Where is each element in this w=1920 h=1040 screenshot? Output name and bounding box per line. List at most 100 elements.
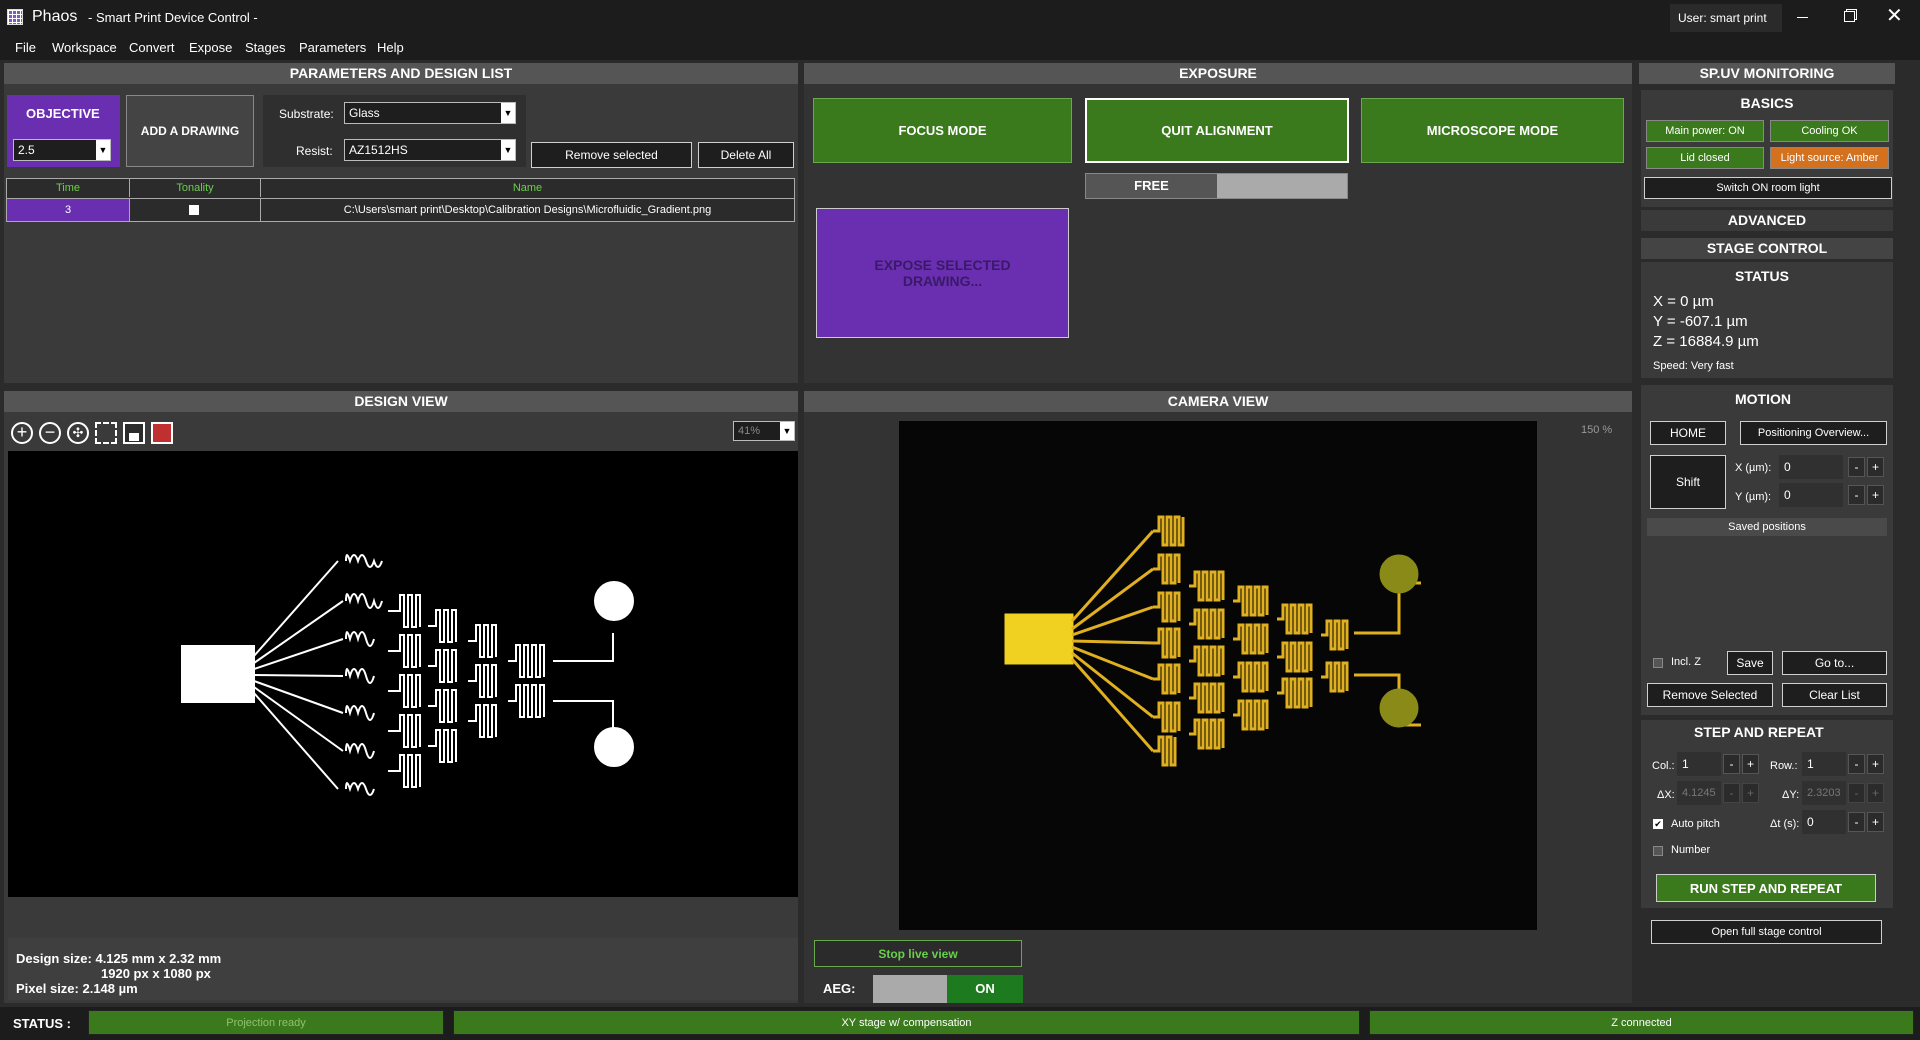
chevron-down-icon: ▼	[501, 103, 515, 123]
y-shift-input[interactable]: 0	[1779, 483, 1843, 507]
dt-input[interactable]: 0	[1802, 810, 1846, 834]
row-label: Row.:	[1770, 760, 1798, 772]
minimize-icon[interactable]	[1797, 17, 1808, 18]
motion-header: MOTION	[1735, 391, 1791, 407]
y-decrement-button[interactable]: -	[1848, 485, 1865, 505]
restore-icon[interactable]	[1844, 11, 1855, 22]
col-increment-button[interactable]: +	[1742, 754, 1759, 774]
light-source-status: Light source: Amber	[1770, 147, 1889, 169]
focus-mode-button[interactable]: FOCUS MODE	[813, 98, 1072, 163]
positioning-overview-button[interactable]: Positioning Overview...	[1740, 421, 1887, 445]
selection-icon[interactable]	[95, 422, 117, 444]
row-time-cell: 3	[7, 199, 129, 221]
save-icon-slot	[129, 433, 139, 441]
menu-bar: File Workspace Convert Expose Stages Par…	[0, 36, 1920, 60]
room-light-button[interactable]: Switch ON room light	[1644, 177, 1892, 199]
col-input[interactable]: 1	[1677, 752, 1721, 776]
x-shift-input[interactable]: 0	[1779, 455, 1843, 479]
menu-expose[interactable]: Expose	[189, 40, 232, 55]
zoom-in-icon[interactable]: +	[11, 422, 33, 444]
projection-status: Projection ready	[88, 1010, 444, 1035]
dt-increment-button[interactable]: +	[1867, 812, 1884, 832]
delete-all-button[interactable]: Delete All	[698, 142, 794, 168]
dx-decrement-button: -	[1723, 783, 1740, 803]
user-label: User: smart print	[1678, 11, 1767, 25]
camera-zoom-label: 150 %	[1581, 424, 1613, 436]
row-input[interactable]: 1	[1802, 752, 1846, 776]
tonality-checkbox[interactable]	[189, 205, 199, 215]
run-step-repeat-button[interactable]: RUN STEP AND REPEAT	[1656, 874, 1876, 902]
save-position-button[interactable]: Save	[1727, 651, 1773, 675]
dy-input: 2.3203	[1802, 781, 1846, 805]
microscope-mode-button[interactable]: MICROSCOPE MODE	[1361, 98, 1624, 163]
dx-input: 4.1245	[1677, 781, 1721, 805]
stop-live-view-button[interactable]: Stop live view	[814, 940, 1022, 967]
dx-label: ΔX:	[1657, 789, 1675, 801]
status-label: STATUS :	[13, 1016, 72, 1031]
resist-select[interactable]: AZ1512HS ▼	[344, 139, 516, 161]
remove-selected-button[interactable]: Remove selected	[531, 142, 692, 168]
table-divider	[129, 199, 130, 221]
close-icon[interactable]: ✕	[1886, 6, 1903, 26]
image-export-icon[interactable]	[151, 422, 173, 444]
table-header-name: Name	[260, 179, 794, 197]
saved-positions-list[interactable]	[1647, 537, 1887, 647]
dy-increment-button: +	[1867, 783, 1884, 803]
col-decrement-button[interactable]: -	[1723, 754, 1740, 774]
chevron-down-icon: ▼	[96, 140, 110, 160]
x-increment-button[interactable]: +	[1867, 457, 1884, 477]
row-increment-button[interactable]: +	[1867, 754, 1884, 774]
design-zoom-select[interactable]: 41% ▼	[733, 421, 795, 441]
row-decrement-button[interactable]: -	[1848, 754, 1865, 774]
status-header: STATUS	[1735, 268, 1789, 284]
step-repeat-header: STEP AND REPEAT	[1694, 724, 1824, 740]
basics-header: BASICS	[1641, 93, 1893, 114]
menu-stages[interactable]: Stages	[245, 40, 285, 55]
save-icon[interactable]	[123, 422, 145, 444]
menu-workspace[interactable]: Workspace	[52, 40, 117, 55]
free-toggle-label: FREE	[1086, 174, 1217, 198]
menu-convert[interactable]: Convert	[129, 40, 175, 55]
x-decrement-button[interactable]: -	[1848, 457, 1865, 477]
aeg-label: AEG:	[823, 981, 856, 996]
zoom-out-icon[interactable]: −	[39, 422, 61, 444]
expose-selected-button[interactable]: EXPOSE SELECTED DRAWING...	[816, 208, 1069, 338]
aeg-toggle[interactable]: ON	[873, 975, 1023, 1003]
number-checkbox[interactable]	[1653, 846, 1663, 856]
free-toggle[interactable]: FREE	[1085, 173, 1348, 199]
substrate-select[interactable]: Glass ▼	[344, 102, 516, 124]
fit-view-icon[interactable]: ✣	[67, 422, 89, 444]
open-full-stage-control-button[interactable]: Open full stage control	[1651, 920, 1882, 944]
incl-z-checkbox[interactable]	[1653, 658, 1663, 668]
camera-feed	[1004, 515, 1421, 767]
row-name-cell: C:\Users\smart print\Desktop\Calibration…	[260, 199, 794, 221]
design-preview	[181, 554, 634, 796]
stage-control-header: STAGE CONTROL	[1641, 238, 1893, 259]
chevron-down-icon: ▼	[501, 140, 515, 160]
app-subtitle: - Smart Print Device Control -	[88, 10, 258, 25]
add-drawing-button[interactable]: ADD A DRAWING	[126, 95, 254, 167]
home-button[interactable]: HOME	[1650, 421, 1726, 445]
advanced-header[interactable]: ADVANCED	[1641, 210, 1893, 231]
camera-canvas[interactable]	[899, 421, 1537, 930]
y-increment-button[interactable]: +	[1867, 485, 1884, 505]
menu-file[interactable]: File	[15, 40, 36, 55]
menu-help[interactable]: Help	[377, 40, 404, 55]
remove-selected-position-button[interactable]: Remove Selected	[1647, 683, 1773, 707]
projection-status-text: Projection ready	[226, 1016, 306, 1029]
quit-alignment-button[interactable]: QUIT ALIGNMENT	[1085, 98, 1349, 163]
dx-increment-button: +	[1742, 783, 1759, 803]
lid-status: Lid closed	[1646, 147, 1764, 169]
auto-pitch-checkbox[interactable]: ✔	[1653, 819, 1663, 829]
col-label: Col.:	[1652, 760, 1675, 772]
design-canvas[interactable]	[8, 451, 798, 897]
dt-decrement-button[interactable]: -	[1848, 812, 1865, 832]
menu-parameters[interactable]: Parameters	[299, 40, 366, 55]
design-view-header: DESIGN VIEW	[4, 391, 798, 412]
monitoring-header: SP.UV MONITORING	[1639, 63, 1895, 84]
objective-select[interactable]: 2.5 ▼	[13, 139, 111, 161]
user-button[interactable]: User: smart print	[1670, 4, 1782, 32]
shift-button[interactable]: Shift	[1650, 455, 1726, 509]
go-to-button[interactable]: Go to...	[1782, 651, 1887, 675]
clear-list-button[interactable]: Clear List	[1782, 683, 1887, 707]
